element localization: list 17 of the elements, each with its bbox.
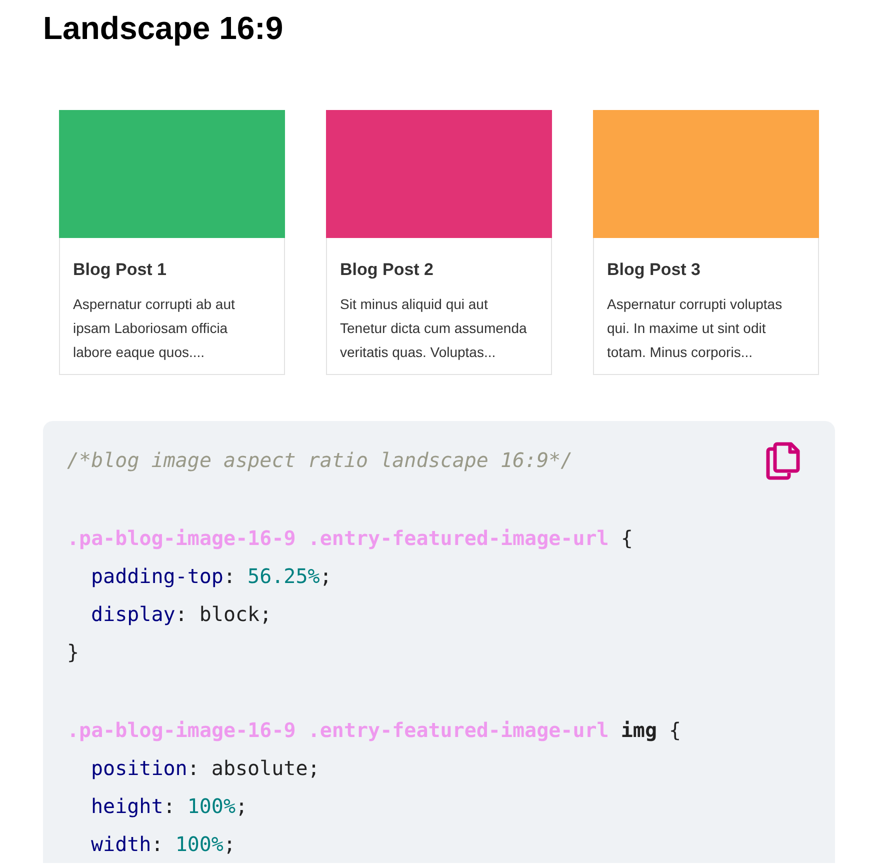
code-line: height: 100%; [91, 794, 248, 818]
code-line: width: 100%; [91, 832, 236, 856]
card-title[interactable]: Blog Post 2 [340, 258, 434, 282]
card-excerpt: Sit minus aliquid qui aut Tenetur dicta cum assumenda veritatis quas. Voluptas... [340, 295, 527, 362]
code-line: display: block; [91, 602, 272, 626]
code-line: padding-top: 56.25%; [91, 564, 332, 588]
card-title[interactable]: Blog Post 1 [73, 258, 167, 282]
card-title[interactable]: Blog Post 3 [607, 258, 701, 282]
card-excerpt: Aspernatur corrupti ab aut ipsam Laboriosam officia labore eaque quos.... [73, 295, 236, 362]
copy-icon[interactable] [765, 441, 801, 481]
card-excerpt: Aspernatur corrupti voluptas qui. In maxime ut sint odit totam. Minus corporis... [607, 295, 784, 362]
code-line: .pa-blog-image-16-9 .entry-featured-image-url { [67, 526, 633, 550]
code-line: position: absolute; [91, 756, 320, 780]
code-line: .pa-blog-image-16-9 .entry-featured-image-url img { [67, 718, 682, 742]
page-heading: Landscape 16:9 [43, 9, 284, 48]
code-line: } [67, 640, 80, 664]
code-comment: /*blog image aspect ratio landscape 16:9*/ [67, 448, 573, 472]
